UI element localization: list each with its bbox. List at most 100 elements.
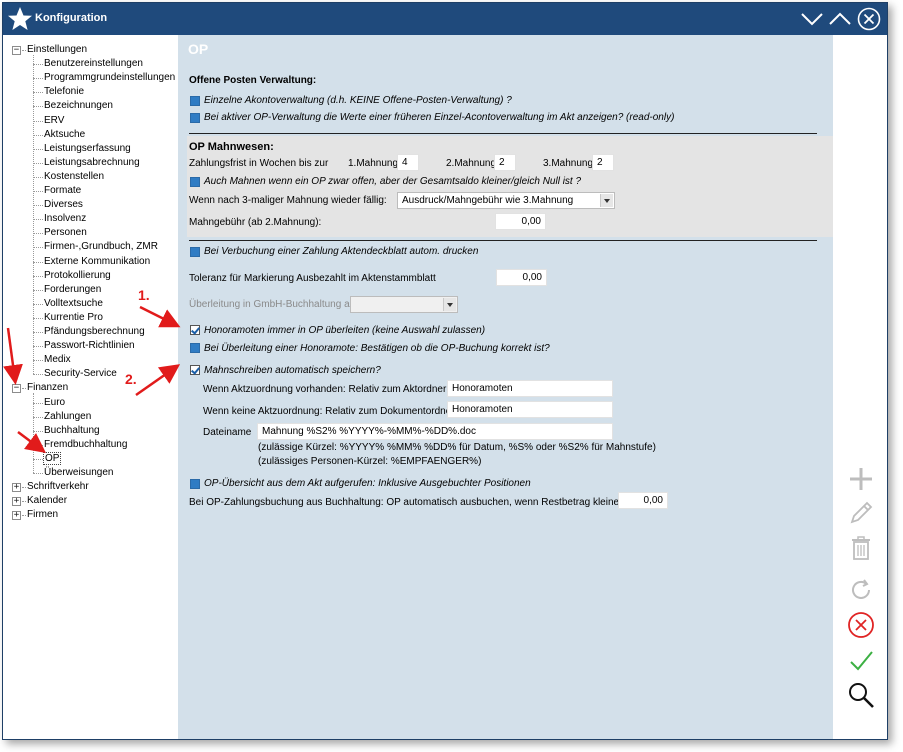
tree-group[interactable]: + Schriftverkehr bbox=[12, 480, 89, 494]
tree-item-label: Finanzen bbox=[27, 382, 69, 394]
tree-item[interactable]: Externe Kommunikation bbox=[33, 255, 150, 269]
expand-icon[interactable]: + bbox=[12, 483, 21, 493]
tree-item-label: Einstellungen bbox=[27, 44, 88, 55]
annotation-label-2: 2. bbox=[125, 371, 137, 387]
cancel-icon[interactable] bbox=[847, 611, 875, 639]
tree-item[interactable]: Buchhaltung bbox=[33, 424, 100, 438]
tree-item[interactable]: Bezeichnungen bbox=[33, 99, 113, 113]
add-icon[interactable] bbox=[847, 465, 875, 493]
expand-icon[interactable]: + bbox=[12, 511, 21, 521]
edit-pencil-icon[interactable] bbox=[847, 499, 875, 527]
tree-item[interactable]: Insolvenz bbox=[33, 212, 86, 226]
expand-icon[interactable]: + bbox=[12, 497, 21, 507]
input-keine-aktzuordnung[interactable]: Honoramoten bbox=[447, 401, 613, 418]
tree-item-label: Überweisungen bbox=[44, 467, 114, 478]
search-icon[interactable] bbox=[847, 681, 875, 709]
tree-item[interactable]: Euro bbox=[33, 396, 66, 410]
tree-item-label: Kurrentie Pro bbox=[44, 311, 103, 323]
input-mahnung-1[interactable]: 4 bbox=[397, 154, 419, 171]
collapse-icon[interactable]: − bbox=[12, 46, 21, 55]
checkbox-einzel-acontoverwaltung-anzeigen[interactable] bbox=[190, 113, 200, 123]
checkbox-honoramote-bestaetigen[interactable] bbox=[190, 343, 200, 353]
tree-item[interactable]: Fremdbuchhaltung bbox=[33, 438, 127, 452]
tree-item[interactable]: Personen bbox=[33, 226, 87, 240]
checkbox-mahnen-gesamtsaldo[interactable] bbox=[190, 177, 200, 187]
input-restbetrag[interactable]: 0,00 bbox=[618, 492, 668, 509]
tree-group[interactable]: + Kalender bbox=[12, 494, 67, 508]
refresh-icon[interactable] bbox=[847, 576, 875, 604]
tree-item[interactable]: Überweisungen bbox=[33, 466, 114, 480]
tree-connector bbox=[33, 317, 43, 319]
checkbox-einzelne-akontoverwaltung[interactable] bbox=[190, 96, 200, 106]
tree-connector bbox=[33, 162, 43, 164]
tree-item[interactable]: OP bbox=[33, 451, 62, 466]
checkbox-op-uebersicht-ausgebucht[interactable] bbox=[190, 479, 200, 489]
tree-connector bbox=[33, 120, 43, 122]
tree-connector bbox=[33, 148, 43, 150]
tree-connector bbox=[33, 360, 43, 362]
tree-connector bbox=[33, 346, 43, 348]
tree-item[interactable]: Leistungserfassung bbox=[33, 142, 131, 156]
title-bar: Konfiguration bbox=[3, 3, 887, 35]
tree-item[interactable]: Firmen-,Grundbuch, ZMR bbox=[33, 240, 158, 254]
window-title: Konfiguration bbox=[35, 12, 108, 24]
tree-connector bbox=[33, 458, 43, 460]
input-dateiname[interactable]: Mahnung %S2% %YYYY%-%MM%-%DD%.doc bbox=[257, 423, 613, 440]
tree-item[interactable]: Leistungsabrechnung bbox=[33, 156, 140, 170]
tree-item[interactable]: Formate bbox=[33, 184, 81, 198]
tree-item[interactable]: Volltextsuche bbox=[33, 297, 103, 311]
tree-item-label: OP bbox=[42, 451, 62, 465]
tree-item[interactable]: Aktsuche bbox=[33, 128, 86, 142]
tree-item[interactable]: Security-Service bbox=[33, 367, 117, 381]
select-wieder-faellig[interactable]: Ausdruck/Mahngebühr wie 3.Mahnung bbox=[397, 192, 615, 209]
collapse-icon[interactable]: − bbox=[12, 384, 21, 394]
chevron-down-icon[interactable] bbox=[443, 298, 456, 311]
tree-connector bbox=[33, 55, 34, 375]
tree-item[interactable]: Telefonie bbox=[33, 85, 84, 99]
tree-item[interactable]: Diverses bbox=[33, 198, 83, 212]
tree-item[interactable]: Kostenstellen bbox=[33, 170, 104, 184]
section-title-mahnwesen: OP Mahnwesen: bbox=[189, 141, 274, 153]
chevron-down-icon[interactable] bbox=[600, 194, 613, 207]
tree-item-label: Euro bbox=[44, 396, 66, 408]
tree-connector bbox=[22, 50, 26, 51]
tree-item-label: Leistungsabrechnung bbox=[44, 156, 140, 168]
tree-item[interactable]: Kurrentie Pro bbox=[33, 311, 103, 325]
tree-item[interactable]: Benutzereinstellungen bbox=[33, 57, 143, 71]
select-ueberleitung-gmbh[interactable] bbox=[350, 296, 458, 313]
tree-item-label: Security-Service bbox=[44, 368, 117, 380]
chevron-down-icon[interactable] bbox=[800, 7, 824, 31]
checkbox-honoramoten-ueberleiten[interactable] bbox=[190, 325, 200, 335]
input-toleranz[interactable]: 0,00 bbox=[496, 269, 547, 286]
tree-item[interactable]: Forderungen bbox=[33, 283, 101, 297]
tree-item-label: Pfändungsberechnung bbox=[44, 326, 145, 337]
trash-icon[interactable] bbox=[847, 534, 875, 562]
checkmark-icon[interactable] bbox=[847, 647, 875, 675]
section-title-op-verwaltung: Offene Posten Verwaltung: bbox=[189, 75, 317, 86]
tree-item[interactable]: Programmgrundeinstellungen bbox=[33, 71, 175, 85]
checkbox-aktendeckblatt-drucken[interactable] bbox=[190, 247, 200, 257]
checkbox-mahnschreiben-speichern[interactable] bbox=[190, 365, 200, 375]
tree-connector bbox=[22, 487, 26, 489]
label-restbetrag: Bei OP-Zahlungsbuchung aus Buchhaltung: … bbox=[189, 497, 638, 508]
tree-item[interactable]: ERV bbox=[33, 114, 64, 128]
tree-item[interactable]: Medix bbox=[33, 353, 71, 367]
input-mahngebuehr[interactable]: 0,00 bbox=[495, 213, 546, 230]
tree-item[interactable]: Passwort-Richtlinien bbox=[33, 339, 135, 353]
tree-item-label: Diverses bbox=[44, 199, 83, 211]
close-icon[interactable] bbox=[857, 7, 881, 31]
tree-item[interactable]: Protokollierung bbox=[33, 269, 111, 283]
tree-connector bbox=[33, 247, 43, 249]
input-mahnung-2[interactable]: 2 bbox=[494, 154, 516, 171]
tree-item[interactable]: Zahlungen bbox=[33, 410, 91, 424]
label-ueberleitung-gmbh: Überleitung in GmbH-Buchhaltung ab bbox=[189, 299, 356, 310]
tree-group[interactable]: + Firmen bbox=[12, 508, 58, 522]
chevron-up-icon[interactable] bbox=[828, 7, 852, 31]
tree-item-label: Aktsuche bbox=[44, 128, 86, 140]
input-aktzuordnung[interactable]: Honoramoten bbox=[447, 380, 613, 397]
label-mahnen-gesamtsaldo: Auch Mahnen wenn ein OP zwar offen, aber… bbox=[204, 176, 582, 187]
tree-group[interactable]: − Einstellungen bbox=[12, 43, 88, 57]
input-mahnung-3[interactable]: 2 bbox=[592, 154, 614, 171]
action-sidebar bbox=[833, 35, 887, 739]
tree-item[interactable]: Pfändungsberechnung bbox=[33, 325, 145, 339]
